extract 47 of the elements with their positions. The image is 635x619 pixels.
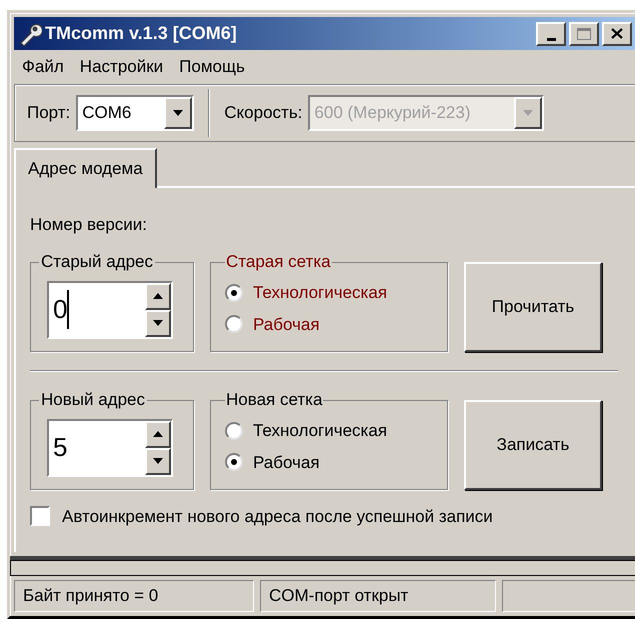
wrench-icon xyxy=(18,22,42,46)
spin-up-button[interactable] xyxy=(145,282,171,310)
radio-button[interactable] xyxy=(225,422,243,440)
field-value: 0 xyxy=(49,290,70,329)
up-arrow-icon xyxy=(153,293,163,299)
menu-item[interactable]: Настройки xyxy=(80,54,164,80)
spin-field[interactable]: 5 xyxy=(47,418,173,476)
menu-item[interactable]: Файл xyxy=(22,54,64,80)
caret-icon xyxy=(523,110,534,116)
radio-button[interactable] xyxy=(225,453,243,472)
speed-label: Скорость: xyxy=(224,102,302,124)
spin-up-button[interactable] xyxy=(145,420,171,448)
close-icon xyxy=(611,28,623,39)
minimize-icon xyxy=(546,38,556,40)
combo-value: 600 (Меркурий-223) xyxy=(313,102,472,124)
combo-box[interactable]: COM6 xyxy=(76,95,194,131)
tab[interactable]: Адрес модема xyxy=(14,148,157,188)
maximize-button[interactable] xyxy=(569,22,599,46)
radio-button[interactable] xyxy=(225,315,243,334)
radio-label: Технологическая xyxy=(253,282,388,304)
down-arrow-icon xyxy=(153,458,163,464)
port-label: Порт: xyxy=(27,102,70,124)
checkbox-label: Автоинкремент нового адреса после успешной записи xyxy=(62,506,493,528)
combo-value: COM6 xyxy=(81,102,132,124)
version-label: Номер версии: xyxy=(30,214,148,236)
maximize-icon xyxy=(577,28,591,40)
radio-label: Рабочая xyxy=(253,452,320,474)
status-panel: Байт принято = 0 xyxy=(14,580,254,612)
caret-icon xyxy=(173,110,184,116)
status-panel: COM-порт открыт xyxy=(260,580,496,612)
up-arrow-icon xyxy=(153,431,163,437)
action-button[interactable]: Прочитать xyxy=(464,262,602,352)
checkbox[interactable] xyxy=(30,506,50,526)
minimize-button[interactable] xyxy=(536,22,566,46)
down-arrow-icon xyxy=(153,320,163,326)
window-title: TMcomm v.1.3 [COM6] xyxy=(45,22,237,45)
menu-item[interactable]: Помощь xyxy=(179,54,245,80)
spin-field[interactable]: 0 xyxy=(47,280,173,338)
close-button[interactable] xyxy=(602,22,632,46)
spin-down-button[interactable] xyxy=(145,310,171,336)
spin-down-button[interactable] xyxy=(145,448,171,474)
action-button[interactable]: Записать xyxy=(464,400,602,490)
field-value: 5 xyxy=(52,431,68,464)
radio-label: Рабочая xyxy=(253,314,320,336)
dropdown-button[interactable] xyxy=(164,97,192,129)
radio-button[interactable] xyxy=(225,284,243,302)
radio-label: Технологическая xyxy=(253,420,388,442)
